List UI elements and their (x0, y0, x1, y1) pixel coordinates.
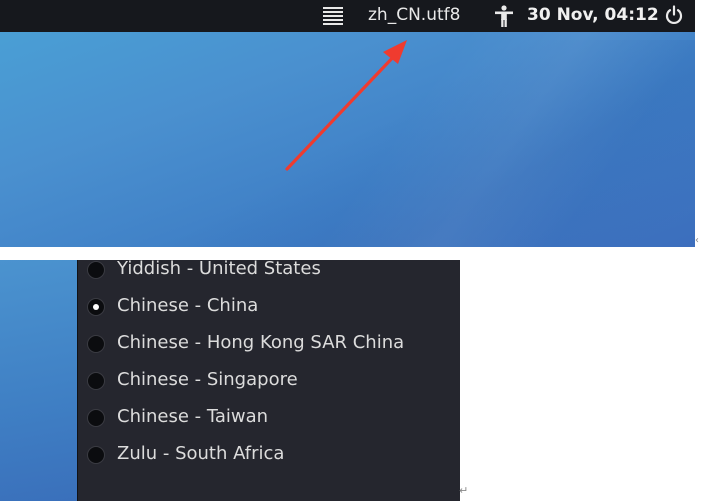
desktop-screenshot-top: zh_CN.utf8 30 Nov, 04:12 (0, 0, 695, 247)
desktop-strip (0, 260, 77, 501)
locale-menu-screenshot: Yiddish - United States Chinese - China … (0, 260, 460, 501)
radio-button[interactable] (87, 335, 105, 353)
locale-option-label: Chinese - Singapore (117, 369, 298, 390)
locale-option-label: Zulu - South Africa (117, 443, 285, 464)
locale-option-chinese-hong-kong[interactable]: Chinese - Hong Kong SAR China (78, 326, 460, 362)
radio-button[interactable] (87, 372, 105, 390)
locale-option-chinese-taiwan[interactable]: Chinese - Taiwan (78, 400, 460, 436)
locale-option-chinese-china[interactable]: Chinese - China (78, 289, 460, 325)
locale-option-label: Chinese - Hong Kong SAR China (117, 332, 405, 353)
return-mark: ↵ (459, 484, 469, 497)
locale-option-label: Chinese - Taiwan (117, 406, 269, 427)
locale-menu: Yiddish - United States Chinese - China … (77, 260, 460, 501)
locale-option-chinese-singapore[interactable]: Chinese - Singapore (78, 363, 460, 399)
radio-button-selected[interactable] (87, 298, 105, 316)
radio-button[interactable] (87, 409, 105, 427)
locale-option-yiddish-us[interactable]: Yiddish - United States (78, 260, 460, 288)
locale-option-label: Chinese - China (117, 295, 259, 316)
separator-mark: ‹ (695, 235, 699, 246)
radio-button[interactable] (87, 261, 105, 279)
locale-option-zulu-south-africa[interactable]: Zulu - South Africa (78, 437, 460, 473)
radio-button[interactable] (87, 446, 105, 464)
locale-option-label: Yiddish - United States (117, 260, 321, 279)
annotation-arrow (285, 40, 407, 171)
